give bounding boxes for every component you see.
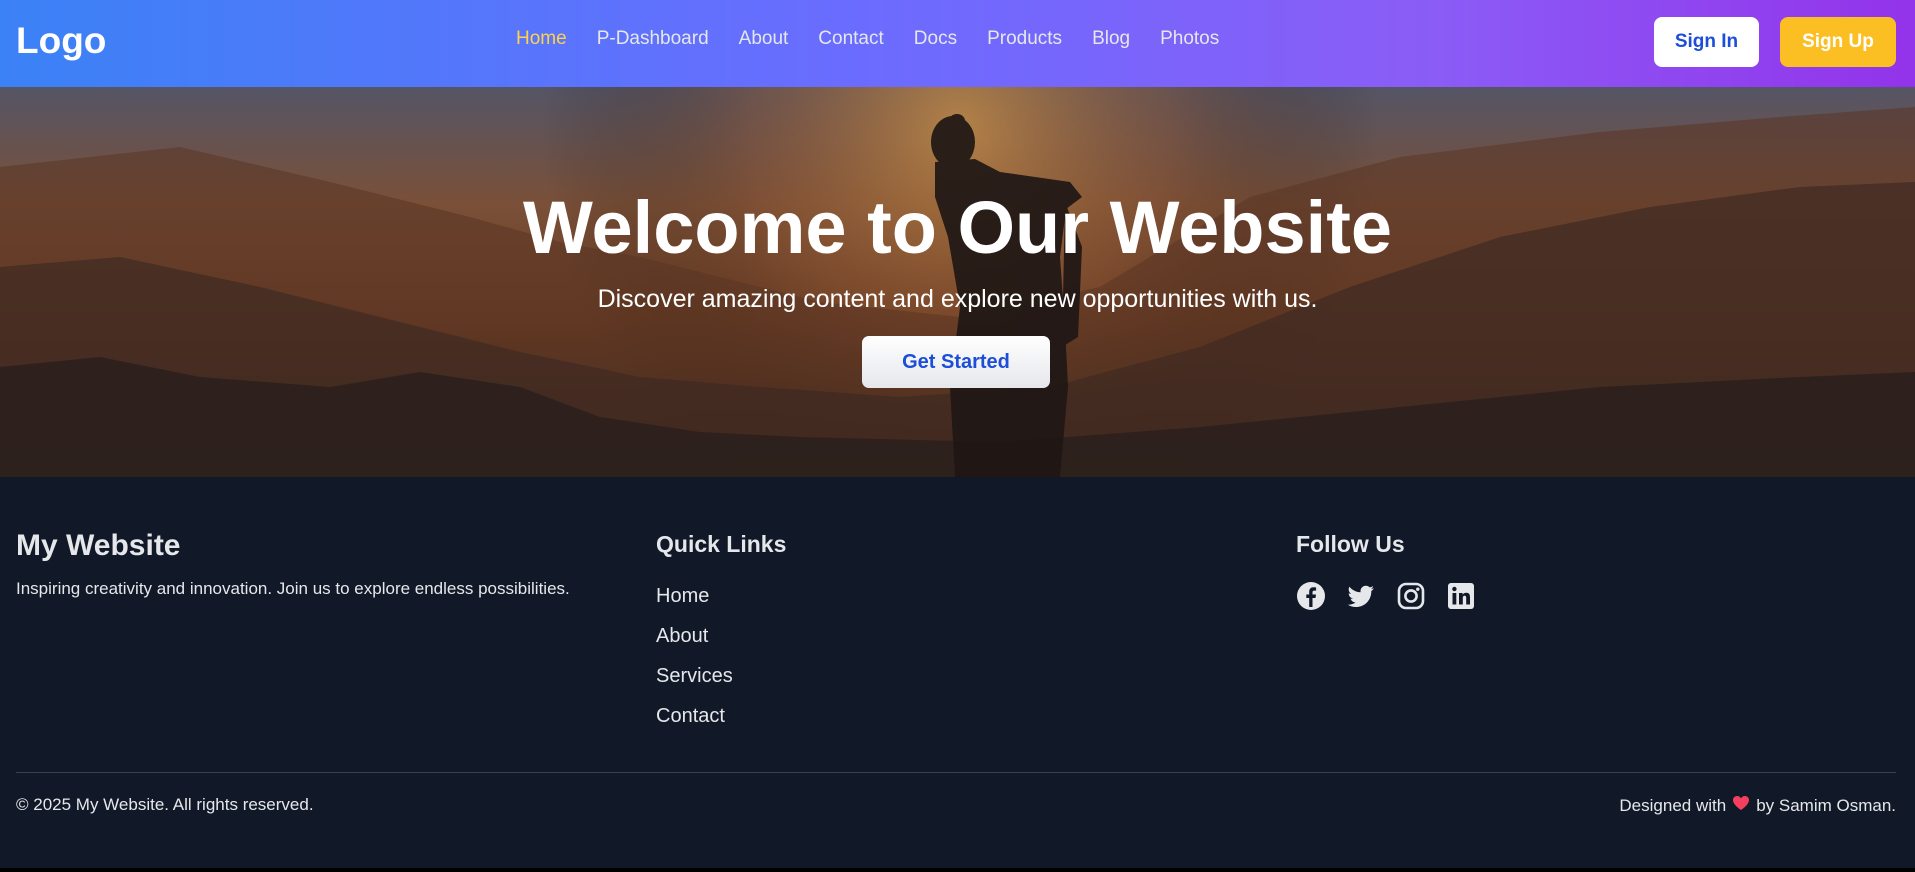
social-links [1296,581,1476,611]
page-bottom-edge [0,868,1915,872]
twitter-icon[interactable] [1346,581,1376,611]
footer-link-home[interactable]: Home [656,585,733,625]
footer-brand-title: My Website [16,529,181,562]
sign-up-button[interactable]: Sign Up [1780,17,1896,67]
credit-prefix: Designed with [1619,795,1727,815]
nav-link-home[interactable]: Home [516,28,567,50]
designer-credit: Designed with by Samim Osman. [1619,795,1896,816]
logo[interactable]: Logo [16,20,106,62]
heart-icon [1732,795,1750,816]
sign-in-button[interactable]: Sign In [1654,17,1759,67]
hero-title: Welcome to Our Website [523,186,1392,269]
nav-link-photos[interactable]: Photos [1160,28,1219,50]
footer-divider [16,772,1896,773]
linkedin-icon[interactable] [1446,581,1476,611]
credit-suffix: by Samim Osman. [1756,795,1896,815]
footer-link-about[interactable]: About [656,625,733,665]
nav-link-about[interactable]: About [739,28,789,50]
footer-link-services[interactable]: Services [656,665,733,705]
hero-background-image [0,87,1915,477]
main-nav: Home P-Dashboard About Contact Docs Prod… [516,28,1249,50]
nav-link-blog[interactable]: Blog [1092,28,1130,50]
hero-section: Welcome to Our Website Discover amazing … [0,87,1915,477]
facebook-icon[interactable] [1296,581,1326,611]
hero-subtitle: Discover amazing content and explore new… [597,285,1318,313]
follow-us-title: Follow Us [1296,531,1405,557]
copyright-text: © 2025 My Website. All rights reserved. [16,795,314,814]
nav-link-contact[interactable]: Contact [818,28,883,50]
site-footer: My Website Inspiring creativity and inno… [0,477,1915,868]
get-started-button[interactable]: Get Started [862,336,1050,388]
quick-links-list: Home About Services Contact [656,585,733,745]
nav-link-docs[interactable]: Docs [914,28,957,50]
nav-link-products[interactable]: Products [987,28,1062,50]
quick-links-title: Quick Links [656,531,787,557]
nav-link-p-dashboard[interactable]: P-Dashboard [597,28,709,50]
footer-brand-description: Inspiring creativity and innovation. Joi… [16,579,570,598]
instagram-icon[interactable] [1396,581,1426,611]
footer-link-contact[interactable]: Contact [656,705,733,745]
site-header: Logo Home P-Dashboard About Contact Docs… [0,0,1915,87]
